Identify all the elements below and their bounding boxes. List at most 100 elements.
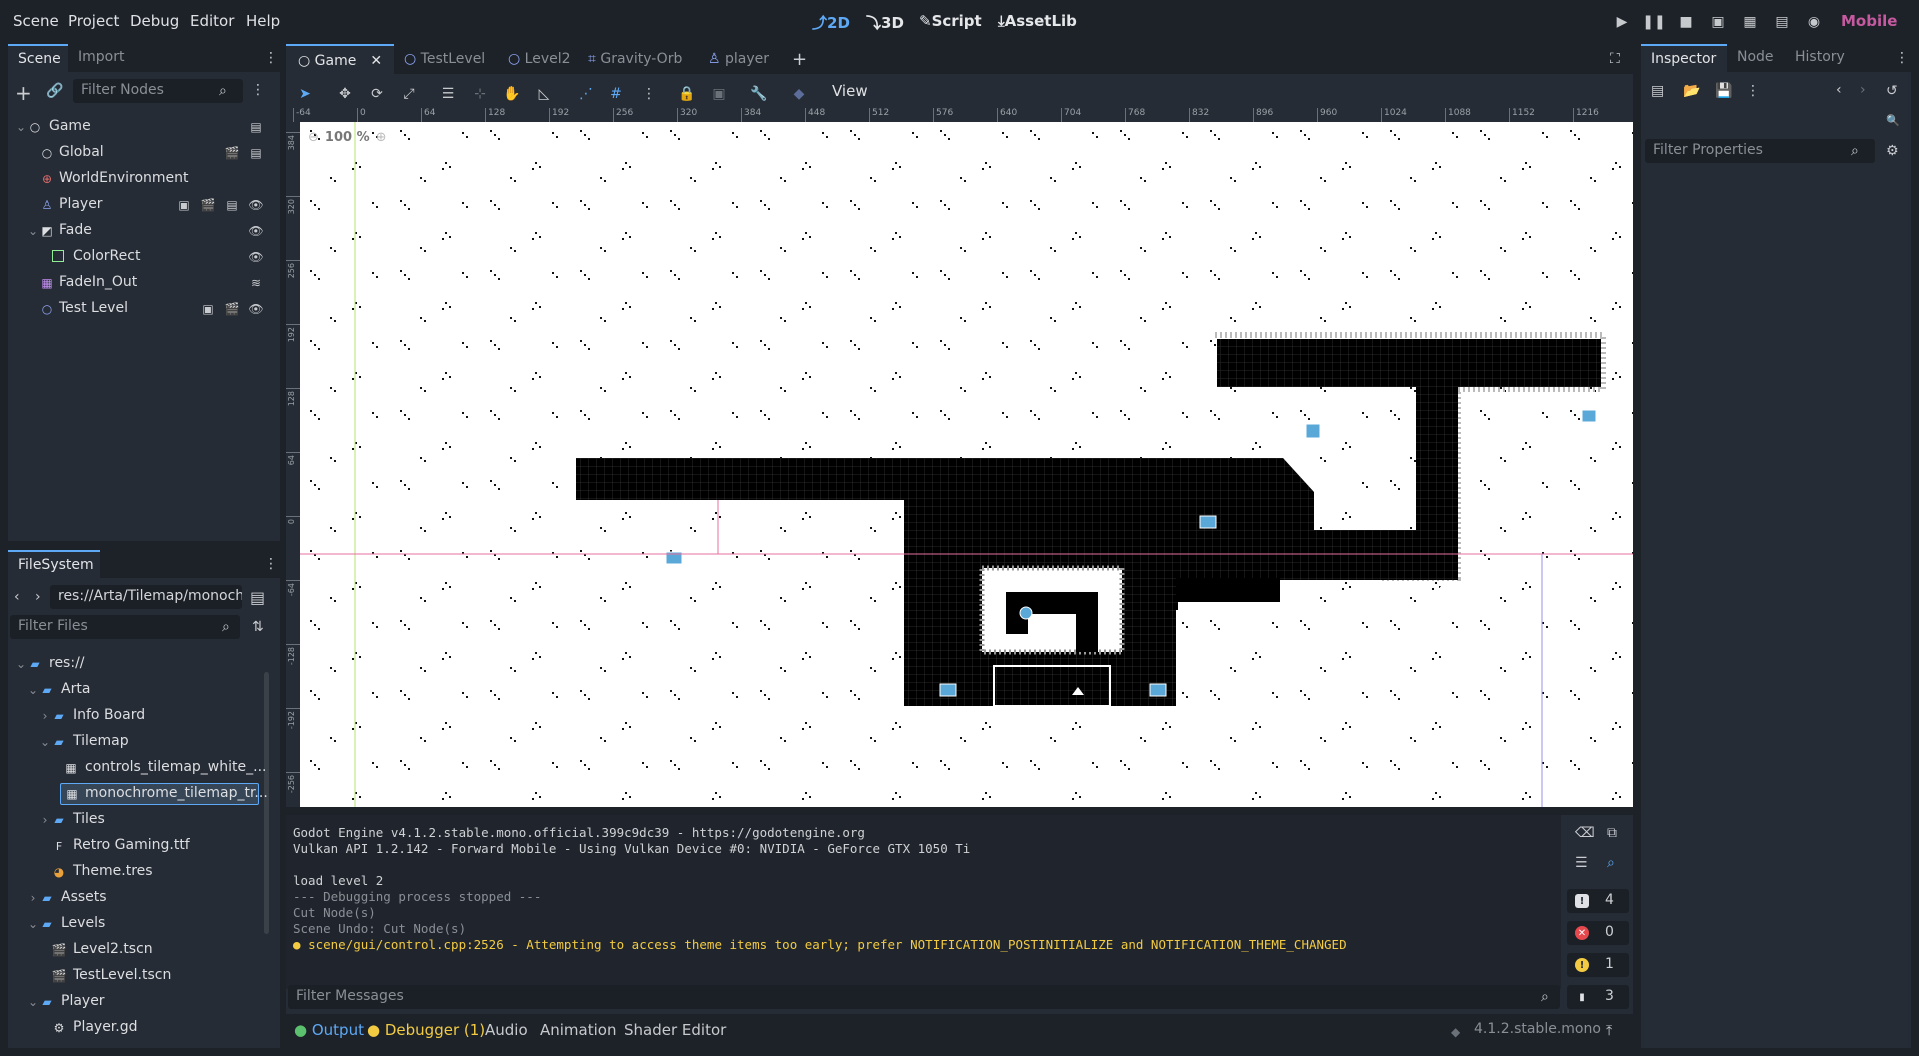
dock-menu-icon[interactable]: ⋮ [264,50,278,66]
chevron-down-icon[interactable]: ⌄ [14,657,28,671]
load-resource-icon[interactable]: 📂 [1683,83,1700,99]
history-icon[interactable]: ↺ [1886,83,1898,99]
sort-icon[interactable]: ⇅ [252,619,264,635]
chevron-down-icon[interactable]: ⌄ [14,120,28,134]
filter-properties-input[interactable]: Filter Properties [1645,139,1875,163]
zoom-in-icon[interactable]: ⊕ [376,130,387,145]
chevron-right-icon[interactable]: › [38,709,52,723]
renderer-selector[interactable]: Mobile [1841,12,1897,30]
back-icon[interactable]: ‹ [14,589,20,605]
instance-scene-icon[interactable]: 🔗 [46,83,63,99]
smart-snap-icon[interactable]: ⋰ [575,83,597,105]
doc-icon[interactable]: 🔍 [1886,114,1900,127]
ruler-mode-icon[interactable]: ◺ [533,83,555,105]
remote-debug-icon[interactable]: ▣ [1708,12,1728,32]
tab-audio[interactable]: Audio [485,1021,528,1039]
workspace-assetlib-button[interactable]: ⤓AssetLib [998,12,1077,30]
copy-icon[interactable]: ⧉ [1607,825,1617,841]
play-scene-icon[interactable]: ▦ [1740,12,1760,32]
group-icon[interactable]: ▣ [708,83,730,105]
group-icon[interactable]: ▣ [200,301,216,317]
tab-scene[interactable]: Scene [8,44,68,72]
tree-node-fadein-out[interactable]: ▦ FadeIn_Out ≋ [0,272,280,294]
tree-item-player-gd[interactable]: ⚙ Player.gd [0,1017,260,1039]
dock-menu-icon[interactable]: ⋮ [264,556,278,572]
property-options-icon[interactable]: ⚙ [1886,143,1899,159]
visibility-icon[interactable]: 👁 [248,249,264,265]
tab-shader-editor[interactable]: Shader Editor [624,1021,726,1039]
scale-mode-icon[interactable]: ⤢ [398,83,420,105]
menu-debug[interactable]: Debug [130,12,179,30]
tab-debugger[interactable]: ● Debugger (1) [367,1021,485,1039]
list-select-icon[interactable]: ☰ [437,83,459,105]
tree-node-worldenvironment[interactable]: ⊕ WorldEnvironment [0,168,280,190]
chevron-down-icon[interactable]: ⌄ [26,224,40,238]
chevron-down-icon[interactable]: ⌄ [26,683,40,697]
open-scene-icon[interactable]: 🎬 [224,301,240,317]
tab-output[interactable]: ● Output [294,1021,364,1039]
filter-files-input[interactable]: Filter Files [10,615,240,639]
tree-item-tilemap[interactable]: ⌄ ▰ Tilemap [0,731,260,753]
filter-nodes-input[interactable]: Filter Nodes [73,79,243,103]
tab-import[interactable]: Import [68,44,138,72]
tree-item-retro-gaming-ttf[interactable]: F Retro Gaming.ttf [0,835,260,857]
scene-tab-game[interactable]: ○ Game ✕ [286,44,395,74]
play-custom-scene-icon[interactable]: ▤ [1772,12,1792,32]
close-icon[interactable]: ✕ [370,53,382,69]
chevron-right-icon[interactable]: › [38,813,52,827]
pause-icon[interactable]: ❚❚ [1642,12,1665,32]
chevron-down-icon[interactable]: ⌄ [38,735,52,749]
tree-item-monochrome-tilemap-selected[interactable]: ▦ monochrome_tilemap_tr... [60,783,268,805]
workspace-3d-button[interactable]: ⤵3D [866,12,904,33]
movie-maker-icon[interactable]: ◉ [1804,12,1824,32]
scene-tab-gravity-orb[interactable]: ⌗ Gravity-Orb [576,44,694,74]
script-icon[interactable]: ▤ [224,197,240,213]
tree-item-res[interactable]: ⌄ ▰ res:// [0,653,260,675]
split-mode-icon[interactable]: ▤ [250,588,265,607]
snap-options-icon[interactable]: ⋮ [638,83,660,105]
tree-item-testlevel-tscn[interactable]: 🎬 TestLevel.tscn [0,965,260,987]
scene-tab-level2[interactable]: ○ Level2 [496,44,583,74]
chevron-down-icon[interactable]: ⌄ [26,917,40,931]
rotate-mode-icon[interactable]: ⟳ [366,83,388,105]
chevron-right-icon[interactable]: › [26,891,40,905]
scene-tab-testlevel[interactable]: ○ TestLevel [392,44,497,74]
menu-project[interactable]: Project [68,12,119,30]
menu-help[interactable]: Help [246,12,280,30]
workspace-2d-button[interactable]: ⤴2D [812,12,850,33]
scene-tab-player[interactable]: ♙ player [696,44,781,74]
visibility-icon[interactable]: 👁 [248,197,264,213]
script-icon[interactable]: ▤ [248,119,264,135]
filter-messages-input[interactable]: Filter Messages [288,985,1560,1009]
search-output-icon[interactable]: ⌕ [1607,855,1615,871]
tree-item-theme-tres[interactable]: ◕ Theme.tres [0,861,260,883]
tree-item-tiles[interactable]: › ▰ Tiles [0,809,260,831]
select-mode-icon[interactable]: ➤ [294,83,316,105]
tab-animation[interactable]: Animation [540,1021,616,1039]
save-resource-icon[interactable]: 💾 [1715,83,1732,99]
canvas-viewport[interactable]: ⊖ 100 % ⊕ [300,122,1633,807]
tree-item-arta[interactable]: ⌄ ▰ Arta [0,679,260,701]
tree-item-controls-tilemap[interactable]: ▦ controls_tilemap_white_... [0,757,266,779]
open-scene-icon[interactable]: 🎬 [224,145,240,161]
clear-output-icon[interactable]: ⌫ [1575,825,1595,841]
menu-scene[interactable]: Scene [13,12,59,30]
camera-override-icon[interactable]: ◆ [788,83,810,105]
dock-menu-icon[interactable]: ⋮ [1895,50,1909,66]
tab-inspector[interactable]: Inspector [1641,44,1727,72]
tree-node-game[interactable]: ⌄ ○ Game ▤ [0,116,280,138]
visibility-icon[interactable]: 👁 [248,223,264,239]
grid-snap-icon[interactable]: # [605,83,627,105]
stop-icon[interactable]: ■ [1676,12,1696,32]
add-node-icon[interactable]: + [15,81,32,105]
lock-icon[interactable]: 🔒 [676,83,698,105]
tab-node[interactable]: Node [1727,44,1785,72]
tree-node-test-level[interactable]: ○ Test Level ▣ 🎬 👁 [0,298,280,320]
tree-node-player[interactable]: ♙ Player ▣ 🎬 ▤ 👁 [0,194,280,216]
forward-icon[interactable]: › [1860,82,1866,98]
distraction-free-icon[interactable]: ⛶ [1610,51,1620,67]
tree-node-fade[interactable]: ⌄ ◩ Fade 👁 [0,220,280,242]
tab-history[interactable]: History [1785,44,1859,72]
expand-panel-icon[interactable]: ⤒ [1606,1023,1612,1039]
zoom-level[interactable]: 100 % [325,130,370,145]
